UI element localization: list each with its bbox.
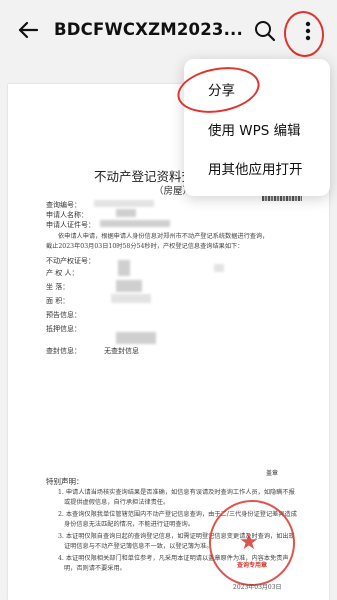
redacted-location bbox=[116, 280, 142, 292]
document-title: BDCFWCXZM2023... bbox=[54, 20, 243, 39]
field-id-no: 申请人证件号： bbox=[46, 221, 95, 229]
note-line-2: 或提供虚假信息，自行承担法律责任。 bbox=[64, 499, 170, 506]
redacted-query-no bbox=[94, 200, 154, 207]
search-button[interactable] bbox=[253, 19, 277, 43]
arrow-left-icon bbox=[18, 21, 39, 39]
intro-line-2: 截止2023年03月03日10时58分54秒时，产权登记信息查询结果如下： bbox=[46, 243, 244, 250]
field-seizure: 查封信息： bbox=[46, 347, 81, 355]
field-owner: 产 权 人： bbox=[46, 269, 79, 277]
field-applicant: 申请人名称： bbox=[46, 211, 88, 219]
document-date: 2023年03月03日 bbox=[233, 584, 282, 591]
field-presale: 预告信息： bbox=[46, 311, 81, 319]
field-query-no: 查询编号： bbox=[46, 201, 81, 209]
menu-item-edit-with-wps[interactable]: 使用 WPS 编辑 bbox=[208, 119, 301, 139]
stamp-note: 盖章 bbox=[266, 470, 279, 477]
seal-star-icon: ★ bbox=[239, 530, 259, 555]
notes-title: 特别声明： bbox=[46, 477, 84, 486]
back-button[interactable] bbox=[14, 16, 42, 44]
redacted-owner-2 bbox=[214, 264, 224, 272]
note-line-8: 明，否则请不要采用。 bbox=[64, 565, 126, 572]
redacted-mortgage bbox=[116, 332, 156, 344]
redacted-applicant bbox=[116, 209, 136, 217]
menu-item-open-with-other-app[interactable]: 用其他应用打开 bbox=[208, 158, 303, 178]
redacted-area bbox=[111, 294, 151, 303]
seal-text: 查询专用章 bbox=[236, 562, 267, 569]
field-mortgage: 抵押信息： bbox=[46, 325, 81, 333]
field-area: 面 积： bbox=[46, 297, 70, 305]
redacted-id-no bbox=[100, 220, 170, 227]
note-line-1: 1. 申请人请当场核实查询结果是否准确，如信息有误请及时查询工作人员，如隐瞒不报 bbox=[58, 489, 295, 496]
intro-line-1: 依申请人申请，根据申请人身份信息对郑州市不动产登记系统数据进行查询， bbox=[58, 233, 269, 240]
field-seizure-value: 无查封信息 bbox=[104, 347, 139, 355]
note-line-4: 身份信息无法匹配的情况，不能进行证明查询。 bbox=[64, 521, 194, 528]
field-location: 坐 落： bbox=[46, 283, 70, 291]
redacted-owner bbox=[118, 260, 130, 276]
field-cert-no: 不动产权证号： bbox=[46, 257, 95, 265]
note-line-6: 证明信息与不动产登记簿信息不一致，以登记簿为准。 bbox=[64, 543, 213, 550]
search-icon bbox=[255, 21, 276, 42]
